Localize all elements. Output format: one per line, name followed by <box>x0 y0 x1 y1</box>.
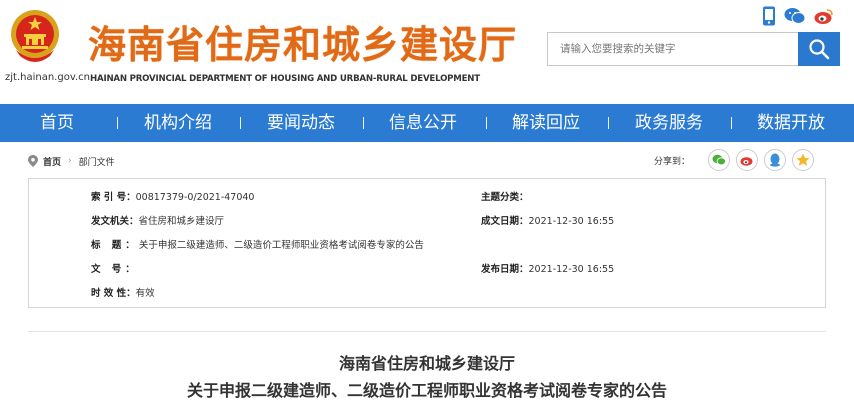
info-index-label: 索 引 号： <box>91 192 136 203</box>
mobile-icon[interactable] <box>762 6 776 30</box>
breadcrumb-separator: › <box>68 156 72 166</box>
nav-separator <box>117 117 118 129</box>
nav-item-home[interactable]: 首页 <box>40 104 74 142</box>
info-category: 主题分类： <box>481 189 529 203</box>
document-info-table: 索 引 号：00817379-0/2021-47040 主题分类： 发文机关：省… <box>28 178 826 308</box>
info-published: 发布日期：2021-12-30 16:55 <box>481 261 614 275</box>
national-emblem-icon <box>11 10 59 62</box>
info-title-value: 关于申报二级建造师、二级造价工程师职业资格考试阅卷专家的公告 <box>138 240 424 251</box>
site-subtitle: HAINAN PROVINCIAL DEPARTMENT OF HOUSING … <box>90 74 480 84</box>
site-title[interactable]: 海南省住房和城乡建设厅 <box>88 14 517 69</box>
nav-separator <box>363 117 364 129</box>
info-issuer-label: 发文机关： <box>91 216 139 227</box>
article-title-line2: 关于申报二级建造师、二级造价工程师职业资格考试阅卷专家的公告 <box>186 381 667 400</box>
share-qq-button[interactable] <box>764 149 787 171</box>
site-url: zjt.hainan.gov.cn <box>5 72 90 83</box>
search-input[interactable] <box>548 33 798 65</box>
breadcrumb: 首页 › 部门文件 <box>28 151 115 171</box>
info-published-value: 2021-12-30 16:55 <box>528 264 615 275</box>
info-docno-label: 文 号： <box>91 264 139 275</box>
site-header: zjt.hainan.gov.cn 海南省住房和城乡建设厅 HAINAN PRO… <box>0 0 854 104</box>
nav-item-about[interactable]: 机构介绍 <box>144 104 212 142</box>
article-title-line1: 海南省住房和城乡建设厅 <box>338 354 515 373</box>
info-validity: 时 效 性：有效 <box>91 285 155 299</box>
top-icons <box>762 6 834 30</box>
wechat-icon <box>712 154 726 166</box>
nav-item-interpretation[interactable]: 解读回应 <box>512 104 580 142</box>
share-label: 分享到： <box>654 156 691 167</box>
nav-separator <box>731 117 732 129</box>
info-created-label: 成文日期： <box>481 216 529 227</box>
info-title: 标 题：关于申报二级建造师、二级造价工程师职业资格考试阅卷专家的公告 <box>91 237 424 251</box>
share-weibo-button[interactable] <box>736 149 759 171</box>
share-wechat-button[interactable] <box>708 149 731 171</box>
info-validity-value: 有效 <box>135 288 155 299</box>
nav-separator <box>240 117 241 129</box>
info-validity-label: 时 效 性： <box>91 288 136 299</box>
content-divider <box>28 331 826 332</box>
nav-separator <box>608 117 609 129</box>
qzone-star-icon <box>796 153 810 166</box>
info-docno: 文 号： <box>91 261 139 275</box>
info-issuer-value: 省住房和城乡建设厅 <box>138 216 225 227</box>
nav-item-disclosure[interactable]: 信息公开 <box>389 104 457 142</box>
info-published-label: 发布日期： <box>481 264 529 275</box>
info-created-value: 2021-12-30 16:55 <box>528 216 615 227</box>
nav-separator <box>486 117 487 129</box>
nav-item-news[interactable]: 要闻动态 <box>267 104 335 142</box>
info-category-label: 主题分类： <box>481 192 529 203</box>
breadcrumb-home[interactable]: 首页 <box>43 155 61 168</box>
info-index: 索 引 号：00817379-0/2021-47040 <box>91 189 254 203</box>
search-icon <box>809 39 830 60</box>
wechat-icon[interactable] <box>784 7 806 29</box>
info-created: 成文日期：2021-12-30 16:55 <box>481 213 614 227</box>
share-qzone-button[interactable] <box>792 149 815 171</box>
main-nav: 首页 机构介绍 要闻动态 信息公开 解读回应 政务服务 数据开放 <box>0 104 854 142</box>
location-pin-icon <box>28 155 38 167</box>
nav-item-open-data[interactable]: 数据开放 <box>757 104 825 142</box>
info-index-value: 00817379-0/2021-47040 <box>135 192 255 203</box>
info-issuer: 发文机关：省住房和城乡建设厅 <box>91 213 224 227</box>
search-box <box>547 32 840 66</box>
weibo-icon[interactable] <box>814 7 834 29</box>
info-title-label: 标 题： <box>91 240 139 251</box>
search-button[interactable] <box>798 32 840 66</box>
qq-icon <box>770 153 781 167</box>
breadcrumb-current[interactable]: 部门文件 <box>79 155 115 168</box>
share-bar: 分享到： <box>654 149 815 171</box>
nav-item-services[interactable]: 政务服务 <box>635 104 703 142</box>
weibo-icon <box>740 157 753 166</box>
